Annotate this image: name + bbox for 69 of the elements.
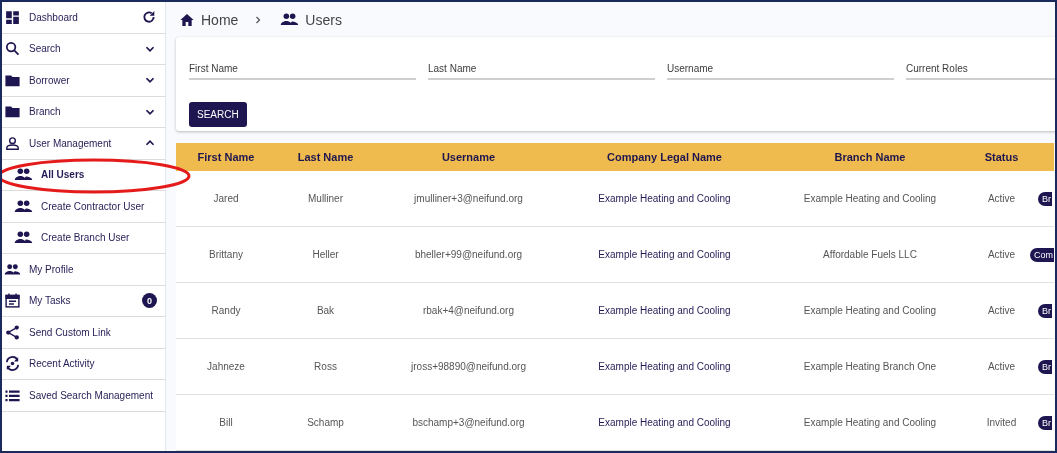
- sidebar-item[interactable]: Create Branch User: [2, 222, 165, 254]
- grid-icon: [4, 8, 21, 26]
- column-header: First Name: [176, 143, 276, 171]
- sidebar-item[interactable]: Dashboard: [2, 2, 165, 34]
- table-cell: Example Heating and Cooling: [562, 171, 767, 227]
- table-cell: Example Heating and Cooling: [562, 282, 767, 339]
- column-header: Branch Name: [767, 143, 973, 171]
- sidebar-item[interactable]: My Tasks 0: [2, 285, 165, 317]
- table-cell: Mulliner: [276, 171, 375, 227]
- table-cell: bheller+99@neifund.org: [375, 226, 562, 283]
- table-cell: Example Heating and Cooling: [767, 282, 973, 339]
- table-cell: Example Heating and Cooling: [767, 171, 973, 227]
- search-button[interactable]: SEARCH: [189, 102, 247, 128]
- column-header: Last Name: [276, 143, 375, 171]
- table-cell: bschamp+3@neifund.org: [375, 394, 562, 451]
- share-icon: [4, 323, 21, 341]
- table-cell: Active: [973, 226, 1030, 283]
- table-cell: Jahneze: [176, 338, 276, 395]
- column-header: Company Legal Name: [562, 143, 767, 171]
- table-cell: Bill: [176, 394, 276, 451]
- table-cell: Affordable Fuels LLC: [767, 226, 973, 283]
- role-chip: Br: [1038, 303, 1052, 318]
- input-field[interactable]: Current Roles: [906, 61, 1055, 81]
- sidebar-item[interactable]: Branch: [2, 96, 165, 128]
- circular-arrows-icon: [4, 355, 21, 373]
- table-cell: Invited: [973, 394, 1030, 451]
- sidebar-item[interactable]: My Profile: [2, 254, 165, 286]
- table-cell: Brittany: [176, 226, 276, 283]
- table-cell: Example Heating and Cooling: [767, 394, 973, 451]
- table-cell: Heller: [276, 226, 375, 283]
- breadcrumb-link[interactable]: Home: [201, 11, 239, 28]
- table-cell: Example Heating and Cooling: [562, 226, 767, 283]
- home-icon: [179, 11, 195, 28]
- sidebar-item[interactable]: Send Custom Link: [2, 317, 165, 349]
- calendar-icon: [4, 292, 21, 310]
- count-badge: 0: [142, 293, 157, 309]
- column-header: Username: [375, 143, 562, 171]
- search-icon: [4, 40, 21, 58]
- refresh-icon: [141, 9, 157, 26]
- input-field[interactable]: Username: [667, 61, 894, 81]
- table-cell: Active: [973, 282, 1030, 339]
- sidebar-item[interactable]: User Management: [2, 128, 165, 160]
- table-cell: Example Heating and Cooling: [562, 394, 767, 451]
- breadcrumb-link[interactable]: Users: [305, 11, 342, 28]
- table-cell: Bak: [276, 282, 375, 339]
- sidebar-item[interactable]: Saved Search Management: [2, 380, 165, 412]
- table-cell: Example Heating and Cooling: [562, 338, 767, 395]
- column-header: Status: [973, 143, 1030, 171]
- table-cell: Ross: [276, 338, 375, 395]
- table-cell: Active: [973, 338, 1030, 395]
- role-chip: Com: [1030, 247, 1054, 262]
- sidebar-item[interactable]: Create Contractor User: [2, 191, 165, 223]
- table-cell: Jared: [176, 171, 276, 227]
- table-cell: Schamp: [276, 394, 375, 451]
- table-cell: Randy: [176, 282, 276, 339]
- table-cell: Example Heating Branch One: [767, 338, 973, 395]
- input-field[interactable]: Last Name: [428, 61, 655, 81]
- role-chip: Br: [1038, 359, 1052, 374]
- sidebar-item[interactable]: Search: [2, 33, 165, 65]
- sidebar-item[interactable]: Borrower: [2, 65, 165, 97]
- table-cell: Active: [973, 171, 1030, 227]
- table-cell: rbak+4@neifund.org: [375, 282, 562, 339]
- role-chip: Br: [1038, 415, 1052, 430]
- sidebar-item[interactable]: Recent Activity: [2, 348, 165, 380]
- input-field[interactable]: First Name: [189, 61, 416, 81]
- role-chip: Br: [1038, 191, 1052, 206]
- person-outline-icon: [4, 134, 21, 152]
- table-cell: jmulliner+3@neifund.org: [375, 171, 562, 227]
- table-cell: jross+98890@neifund.org: [375, 338, 562, 395]
